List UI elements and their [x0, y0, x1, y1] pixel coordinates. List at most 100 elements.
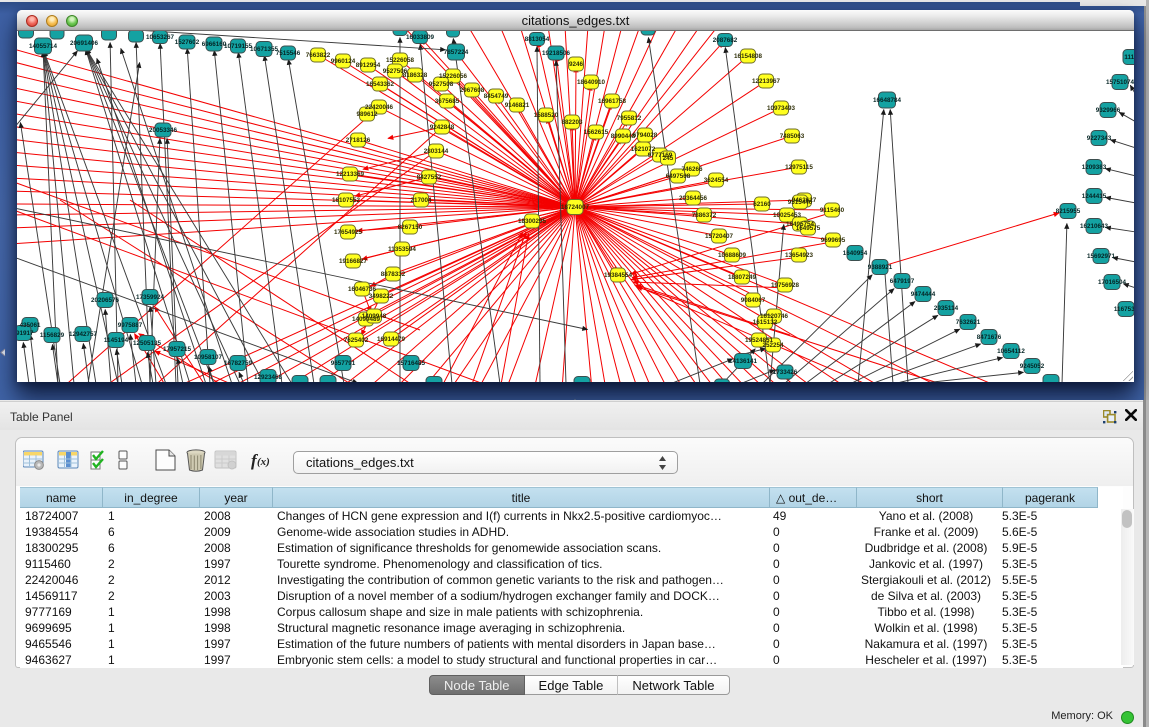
svg-text:11353594: 11353594 [388, 246, 416, 253]
svg-text:3675685: 3675685 [435, 98, 460, 105]
svg-text:1209383: 1209383 [1082, 164, 1107, 171]
svg-text:3498222: 3498222 [369, 293, 394, 300]
svg-text:18640910: 18640910 [577, 79, 606, 86]
svg-text:391917: 391917 [17, 330, 34, 337]
svg-text:20053346: 20053346 [149, 127, 178, 134]
svg-text:8215955: 8215955 [1056, 208, 1081, 215]
svg-text:9388921: 9388921 [868, 264, 893, 271]
svg-text:20364456: 20364456 [679, 195, 708, 202]
svg-text:9084067: 9084067 [741, 297, 766, 304]
svg-text:12942757: 12942757 [69, 331, 98, 338]
svg-text:989612: 989612 [356, 111, 378, 118]
svg-text:10025453: 10025453 [773, 212, 802, 219]
svg-text:8471676: 8471676 [977, 334, 1002, 341]
svg-text:16961758: 16961758 [598, 98, 627, 105]
svg-text:7955812: 7955812 [617, 115, 642, 122]
svg-text:7857224: 7857224 [444, 49, 469, 56]
svg-text:1167533: 1167533 [1114, 306, 1134, 313]
svg-text:16543362: 16543362 [366, 81, 395, 88]
svg-text:17016504: 17016504 [1098, 279, 1127, 286]
svg-text:9515440: 9515440 [788, 199, 813, 206]
svg-text:8427552: 8427552 [417, 174, 442, 181]
svg-text:9146821: 9146821 [505, 102, 530, 109]
svg-text:8813054: 8813054 [525, 36, 550, 43]
svg-text:1562615: 1562615 [584, 129, 609, 136]
svg-text:62160: 62160 [753, 201, 771, 208]
svg-text:17654925: 17654925 [334, 229, 363, 236]
svg-text:9242848: 9242848 [430, 124, 455, 131]
svg-text:17957215: 17957215 [163, 346, 192, 353]
svg-text:9245052: 9245052 [1020, 363, 1045, 370]
svg-text:16107552: 16107552 [332, 197, 361, 204]
svg-text:217004: 217004 [410, 197, 432, 204]
svg-text:10688609: 10688609 [718, 252, 747, 259]
svg-text:20206576: 20206576 [91, 297, 120, 304]
svg-text:9657791: 9657791 [331, 360, 356, 367]
svg-text:7515546: 7515546 [276, 50, 301, 57]
svg-text:2935114: 2935114 [934, 305, 959, 312]
svg-text:22420046: 22420046 [365, 104, 394, 111]
svg-text:1156829: 1156829 [40, 332, 65, 339]
svg-text:9474444: 9474444 [911, 291, 936, 298]
svg-text:18300295: 18300295 [518, 218, 547, 225]
svg-text:19384554: 19384554 [604, 272, 633, 279]
svg-text:(x): (x) [257, 456, 270, 468]
svg-text:18724007: 18724007 [561, 204, 590, 211]
svg-text:10671355: 10671355 [250, 46, 279, 53]
svg-text:245: 245 [663, 155, 674, 162]
svg-text:2803144: 2803144 [424, 148, 449, 155]
svg-text:15720407: 15720407 [705, 233, 734, 240]
svg-text:2718126: 2718126 [346, 137, 371, 144]
svg-text:7663822: 7663822 [306, 52, 331, 59]
svg-text:1244415: 1244415 [1082, 193, 1107, 200]
svg-text:18807249: 18807249 [728, 274, 757, 281]
svg-text:8186328: 8186328 [403, 72, 428, 79]
svg-text:435061: 435061 [19, 322, 41, 329]
svg-text:1145194: 1145194 [104, 337, 129, 344]
svg-text:1527602: 1527602 [175, 39, 200, 46]
svg-text:16210643: 16210643 [1080, 223, 1109, 230]
svg-text:10654112: 10654112 [997, 348, 1025, 355]
svg-text:2967608: 2967608 [460, 87, 485, 94]
svg-text:6479197: 6479197 [890, 278, 915, 285]
svg-text:2087682: 2087682 [713, 37, 738, 44]
svg-text:1733426: 1733426 [773, 369, 798, 376]
svg-text:15751074: 15751074 [1106, 79, 1134, 86]
svg-text:3624554: 3624554 [704, 177, 729, 184]
svg-text:1588520: 1588520 [534, 112, 559, 119]
svg-text:7632621: 7632621 [956, 319, 981, 326]
svg-text:746266: 746266 [681, 166, 703, 173]
svg-text:6497568: 6497568 [666, 173, 691, 180]
svg-text:10719155: 10719155 [224, 43, 253, 50]
svg-text:7625402: 7625402 [344, 337, 369, 344]
svg-text:14055714: 14055714 [29, 43, 58, 50]
svg-text:12213967: 12213967 [752, 78, 781, 85]
svg-text:20691406: 20691406 [70, 40, 99, 47]
svg-text:9329966: 9329966 [1096, 107, 1121, 114]
svg-text:12923468: 12923468 [254, 374, 283, 381]
svg-text:7886372: 7886372 [692, 212, 717, 219]
svg-text:1649575: 1649575 [796, 225, 821, 232]
svg-text:12975115: 12975115 [785, 164, 813, 171]
svg-text:9227343: 9227343 [1087, 135, 1112, 142]
svg-text:7485063: 7485063 [780, 133, 805, 140]
svg-text:16154808: 16154808 [734, 53, 763, 60]
svg-text:16033809: 16033809 [406, 34, 435, 41]
svg-text:15226058: 15226058 [386, 57, 415, 64]
svg-text:10958107: 10958107 [194, 354, 223, 361]
svg-text:1409948: 1409948 [362, 313, 387, 320]
svg-text:15716485: 15716485 [397, 360, 426, 367]
svg-text:16046736: 16046736 [348, 286, 377, 293]
svg-text:252254: 252254 [762, 342, 784, 349]
svg-text:1640954: 1640954 [843, 250, 868, 257]
svg-text:8267150: 8267150 [398, 224, 423, 231]
svg-text:12505135: 12505135 [133, 340, 162, 347]
svg-text:9527508: 9527508 [429, 81, 454, 88]
svg-text:9975887: 9975887 [118, 322, 143, 329]
svg-text:10973493: 10973493 [767, 105, 796, 112]
svg-text:15226056: 15226056 [439, 73, 468, 80]
svg-text:17359924: 17359924 [136, 294, 165, 301]
svg-text:12213369: 12213369 [336, 171, 365, 178]
svg-text:6794028: 6794028 [633, 132, 658, 139]
svg-text:1112: 1112 [1124, 54, 1134, 61]
